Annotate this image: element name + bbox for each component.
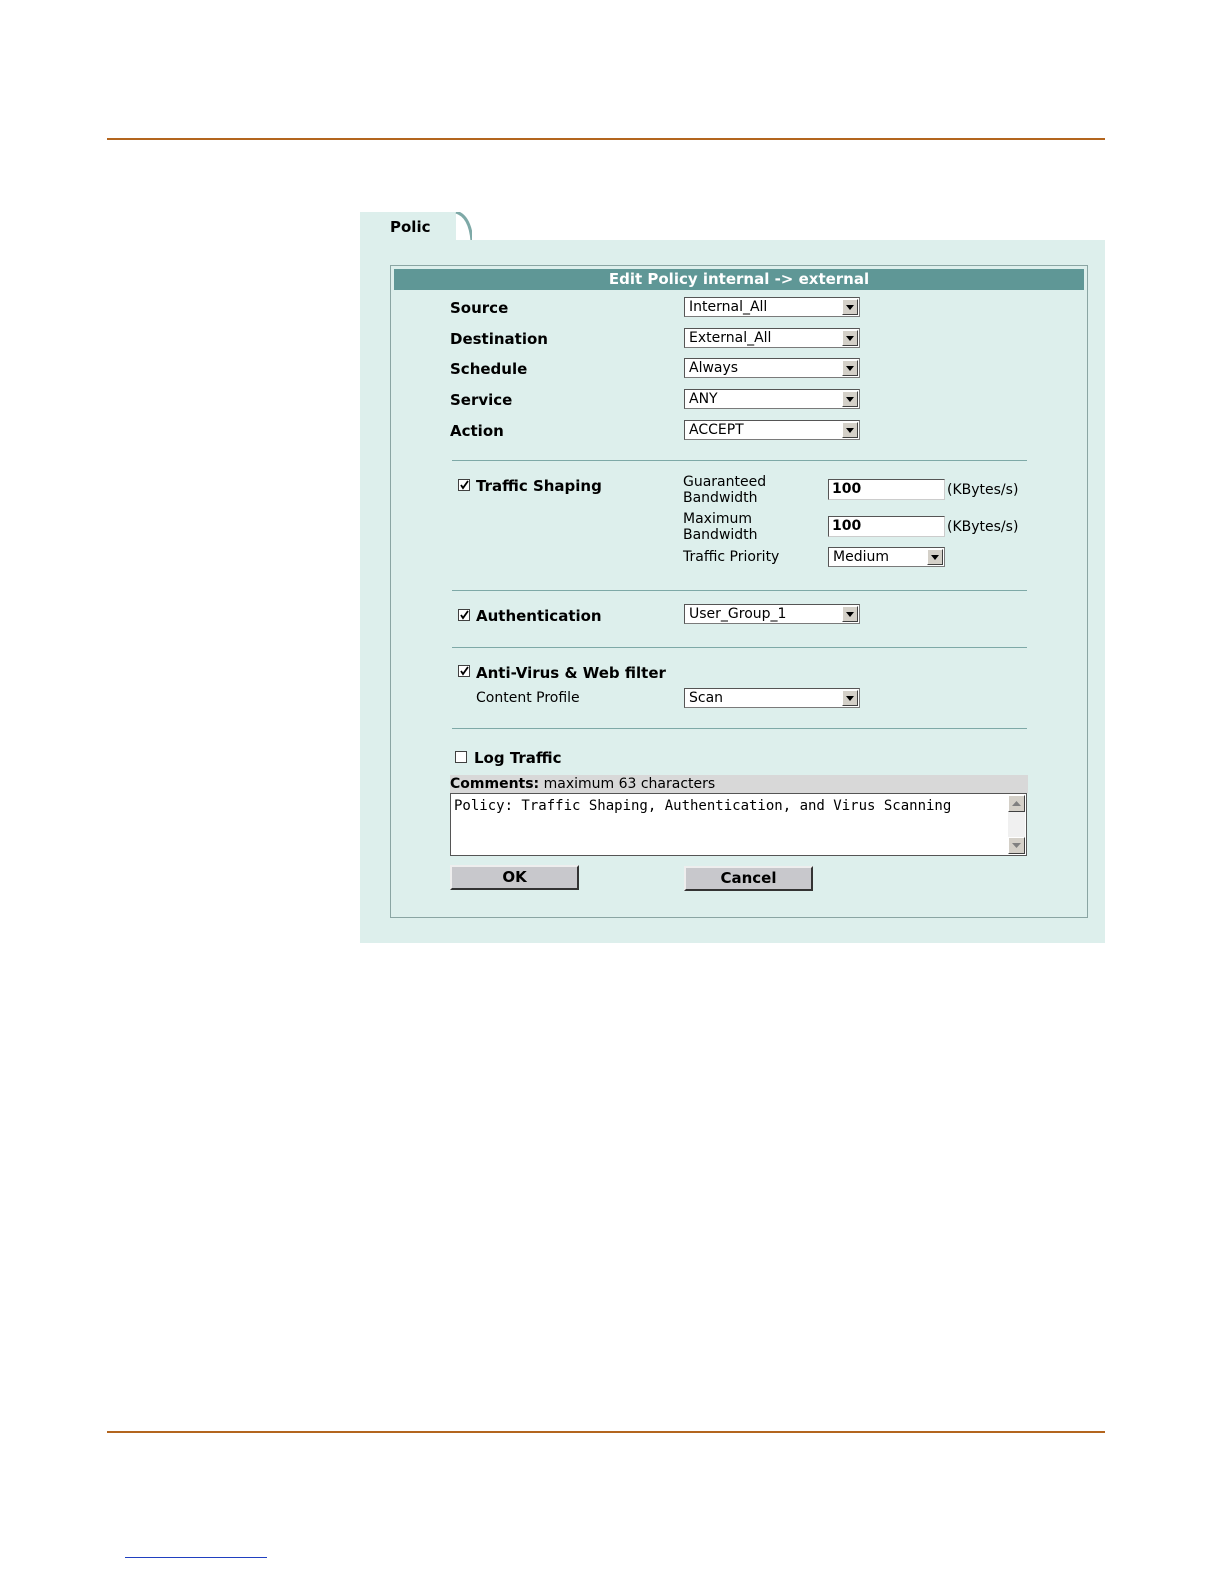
section-divider [452, 728, 1027, 729]
service-label: Service [450, 391, 513, 409]
cancel-button[interactable]: Cancel [684, 866, 813, 891]
section-divider [452, 460, 1027, 461]
action-label: Action [450, 422, 504, 440]
log-traffic-checkbox[interactable] [455, 751, 467, 763]
source-select[interactable]: Internal_All [684, 297, 860, 317]
chevron-down-icon[interactable] [842, 360, 858, 376]
authentication-select[interactable]: User_Group_1 [684, 604, 860, 624]
schedule-select-value: Always [689, 360, 739, 376]
service-select-value: ANY [689, 391, 718, 407]
maximum-bandwidth-input[interactable]: 100 [828, 516, 945, 537]
content-profile-label: Content Profile [476, 690, 580, 706]
section-divider [452, 590, 1027, 591]
content-profile-select[interactable]: Scan [684, 688, 860, 708]
comments-text: Policy: Traffic Shaping, Authentication,… [454, 798, 952, 814]
guaranteed-bandwidth-input[interactable]: 100 [828, 479, 945, 500]
dialog-title: Edit Policy internal -> external [394, 269, 1084, 290]
chevron-down-icon[interactable] [842, 330, 858, 346]
footer-link-underline [125, 1557, 267, 1558]
comments-textarea[interactable]: Policy: Traffic Shaping, Authentication,… [450, 793, 1027, 856]
guaranteed-bandwidth-label: Guaranteed Bandwidth [683, 474, 767, 506]
destination-select[interactable]: External_All [684, 328, 860, 348]
traffic-priority-label: Traffic Priority [683, 549, 780, 565]
service-select[interactable]: ANY [684, 389, 860, 409]
chevron-down-icon[interactable] [842, 391, 858, 407]
chevron-down-icon[interactable] [842, 422, 858, 438]
authentication-select-value: User_Group_1 [689, 606, 787, 622]
antivirus-checkbox[interactable] [458, 665, 470, 677]
content-profile-value: Scan [689, 690, 724, 706]
traffic-shaping-label: Traffic Shaping [476, 477, 602, 495]
antivirus-label: Anti-Virus & Web filter [476, 664, 666, 682]
action-select[interactable]: ACCEPT [684, 420, 860, 440]
comments-hint: maximum 63 characters [543, 776, 716, 792]
footer-rule [107, 1431, 1105, 1433]
comments-label: Comments: [450, 776, 540, 792]
header-rule [107, 138, 1105, 140]
action-select-value: ACCEPT [689, 422, 744, 438]
guaranteed-unit: (KBytes/s) [947, 482, 1019, 498]
authentication-label: Authentication [476, 607, 602, 625]
comments-header: Comments: maximum 63 characters [450, 775, 1028, 793]
traffic-shaping-checkbox[interactable] [458, 479, 470, 491]
log-traffic-label: Log Traffic [474, 749, 562, 767]
maximum-bandwidth-label: Maximum Bandwidth [683, 511, 758, 543]
source-select-value: Internal_All [689, 299, 768, 315]
maximum-unit: (KBytes/s) [947, 519, 1019, 535]
scroll-up-icon[interactable] [1008, 795, 1025, 812]
comments-scrollbar[interactable] [1008, 795, 1025, 854]
schedule-label: Schedule [450, 360, 528, 378]
chevron-down-icon[interactable] [842, 299, 858, 315]
ok-button[interactable]: OK [450, 865, 579, 890]
traffic-priority-value: Medium [833, 549, 889, 565]
destination-label: Destination [450, 330, 548, 348]
chevron-down-icon[interactable] [927, 549, 943, 565]
section-divider [452, 647, 1027, 648]
traffic-priority-select[interactable]: Medium [828, 547, 945, 567]
scroll-down-icon[interactable] [1008, 837, 1025, 854]
schedule-select[interactable]: Always [684, 358, 860, 378]
chevron-down-icon[interactable] [842, 690, 858, 706]
authentication-checkbox[interactable] [458, 609, 470, 621]
tab-curve-decoration [430, 212, 472, 241]
source-label: Source [450, 299, 509, 317]
chevron-down-icon[interactable] [842, 606, 858, 622]
destination-select-value: External_All [689, 330, 772, 346]
